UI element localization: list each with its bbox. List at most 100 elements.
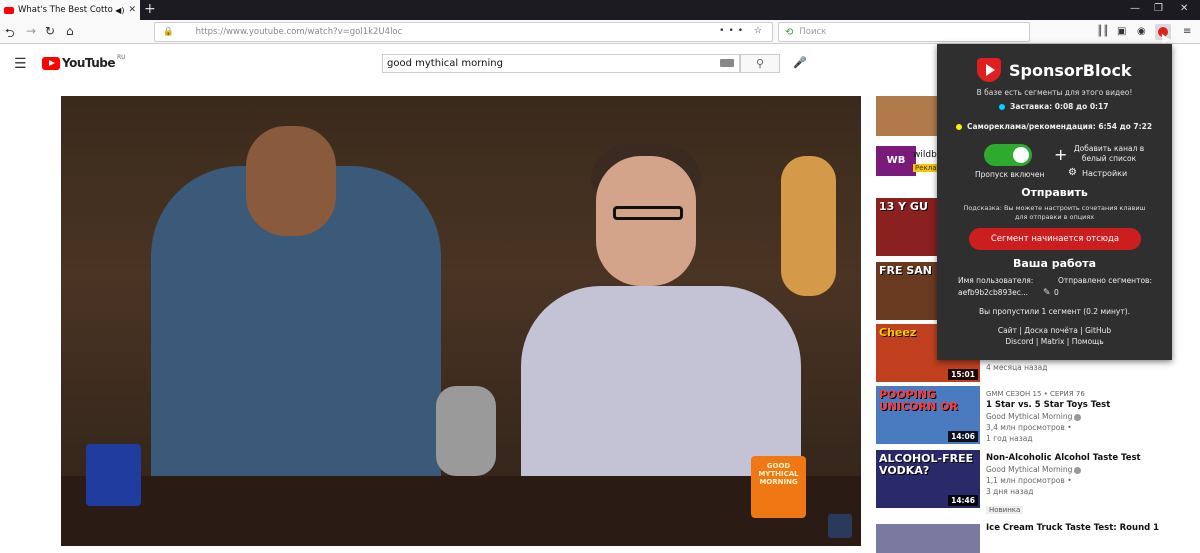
video-duration: 14:06 xyxy=(948,431,978,442)
video-duration: 15:01 xyxy=(948,369,978,380)
video-title[interactable]: Ice Cream Truck Taste Test: Round 1 xyxy=(986,523,1186,534)
youtube-wordmark: YouTube xyxy=(62,56,116,70)
sponsorblock-popup: SponsorBlock В базе есть сегменты для эт… xyxy=(937,44,1172,360)
navigation-bar: ⮌ → ↻ ⌂ 🔒 https://www.youtube.com/watch?… xyxy=(0,20,1200,44)
browser-tab[interactable]: What's The Best Cotton Can ◀) ✕ xyxy=(0,0,140,20)
thumbnail-text: ALCOHOL-FREE VODKA? xyxy=(879,452,974,477)
submitted-count: 0 xyxy=(1054,288,1059,297)
video-info[interactable]: GMM СЕЗОН 15 • СЕРИЯ 76 1 Star vs. 5 Sta… xyxy=(986,389,1186,444)
ad-title[interactable]: wildb xyxy=(913,150,937,160)
skipped-summary: Вы пропустили 1 сегмент (0.2 минут). xyxy=(978,307,1131,316)
orange-mug-image: GOOD MYTHICAL MORNING xyxy=(751,456,806,518)
your-work-heading: Ваша работа xyxy=(1012,257,1097,270)
pencil-icon[interactable]: ✎ xyxy=(1043,288,1051,298)
skip-enabled-label: Пропуск включен xyxy=(975,170,1045,179)
person-left-head-image xyxy=(246,126,336,236)
home-icon[interactable]: ⌂ xyxy=(66,24,74,38)
whitelist-button[interactable]: Добавить канал в белый список xyxy=(1069,144,1149,164)
video-player[interactable]: GOOD MYTHICAL MORNING xyxy=(61,96,861,546)
maximize-icon[interactable]: ❐ xyxy=(1154,3,1163,14)
forward-icon[interactable]: → xyxy=(26,24,36,38)
url-bar[interactable]: 🔒 https://www.youtube.com/watch?v=gol1k2… xyxy=(154,22,773,42)
keyboard-icon[interactable] xyxy=(720,59,734,67)
selfpromo-color-icon xyxy=(956,123,962,130)
person-right-head-image xyxy=(596,156,696,286)
blue-mug-image xyxy=(86,444,141,506)
video-thumbnail[interactable]: POOPING UNICORN OR 14:06 xyxy=(876,386,980,444)
mug-text: GOOD MYTHICAL MORNING xyxy=(758,462,799,486)
library-icon[interactable]: ║║ xyxy=(1097,26,1109,37)
hamburger-menu-icon[interactable]: ☰ xyxy=(14,56,27,72)
username-label: Имя пользователя: xyxy=(958,276,1034,285)
hint-text: Подсказка: Вы можете настроить сочетания… xyxy=(963,204,1146,221)
video-title[interactable]: Non-Alcoholic Alcohol Taste Test xyxy=(986,453,1186,464)
back-icon[interactable]: ⮌ xyxy=(5,24,15,45)
intro-color-icon xyxy=(999,103,1005,110)
browser-search-input[interactable]: ⟲ Поиск xyxy=(778,22,1030,42)
video-duration: 14:46 xyxy=(948,495,978,506)
segment-intro[interactable]: Заставка: 0:08 до 0:17 xyxy=(999,102,1109,111)
channel-name[interactable]: Good Mythical Morning xyxy=(986,411,1186,422)
menu-icon[interactable]: ≡ xyxy=(1183,26,1191,37)
video-season: GMM СЕЗОН 15 • СЕРИЯ 76 xyxy=(986,390,1085,398)
segment-selfpromo-text: Самореклама/рекомендация: 6:54 до 7:22 xyxy=(967,122,1153,131)
settings-button[interactable]: Настройки xyxy=(1082,169,1127,178)
speaker-icon[interactable]: ◀) xyxy=(115,6,124,15)
microphone-image xyxy=(436,386,496,476)
video-info[interactable]: 4 месяца назад xyxy=(986,362,1186,373)
video-title[interactable]: 1 Star vs. 5 Star Toys Test xyxy=(986,400,1186,411)
thumbnail-text: POOPING UNICORN OR xyxy=(879,388,958,413)
thumbnail-text: Cheez xyxy=(879,326,917,339)
reload-icon[interactable]: ↻ xyxy=(45,24,55,38)
new-badge: Новинка xyxy=(986,506,1024,514)
lock-icon: 🔒 xyxy=(163,27,174,37)
skip-toggle[interactable] xyxy=(984,144,1032,166)
search-icon: ⚲ xyxy=(755,57,765,70)
links-row-1[interactable]: Сайт | Доска почёта | GitHub xyxy=(937,326,1172,335)
thumbnail-text: 13 Y GU xyxy=(879,200,928,213)
glasses-image xyxy=(613,206,683,220)
search-button[interactable]: ⚲ xyxy=(740,54,780,73)
video-info[interactable]: Ice Cream Truck Taste Test: Round 1 xyxy=(986,523,1186,534)
youtube-favicon-icon xyxy=(4,6,14,14)
search-engine-icon: ⟲ xyxy=(785,26,794,38)
minimize-icon[interactable]: — xyxy=(1130,3,1140,14)
tab-title: What's The Best Cotton Can xyxy=(18,5,113,15)
video-thumbnail[interactable] xyxy=(876,524,980,553)
sponsorblock-name: SponsorBlock xyxy=(1009,60,1132,80)
channel-name[interactable]: Good Mythical Morning xyxy=(986,464,1186,475)
desk-image xyxy=(61,476,861,546)
video-info[interactable]: Non-Alcoholic Alcohol Taste Test Good My… xyxy=(986,453,1186,516)
plus-icon[interactable]: + xyxy=(1054,145,1067,164)
segment-selfpromo[interactable]: Самореклама/рекомендация: 6:54 до 7:22 xyxy=(956,122,1152,131)
account-icon[interactable]: ◉ xyxy=(1137,26,1146,37)
guitar-image xyxy=(781,156,836,296)
segment-start-button[interactable]: Сегмент начинается отсюда xyxy=(969,228,1141,250)
video-age: 3 дня назад xyxy=(986,487,1034,496)
new-tab-button[interactable]: + xyxy=(144,1,156,17)
links-row-2[interactable]: Discord | Matrix | Помощь xyxy=(937,337,1172,346)
username-value: aefb9b2cb893ec... xyxy=(958,288,1029,297)
segments-status: В базе есть сегменты для этого видео! xyxy=(976,88,1133,97)
page-actions-icon[interactable]: ••• ☆ xyxy=(719,26,766,36)
sidebar-icon[interactable]: ▣ xyxy=(1117,26,1126,37)
verified-icon xyxy=(1074,413,1082,421)
thumbnail-text: FRE SAN xyxy=(879,264,932,277)
channel-watermark[interactable] xyxy=(828,514,852,538)
submit-heading: Отправить xyxy=(1021,186,1088,199)
mic-icon[interactable]: 🎤 xyxy=(793,56,807,69)
video-thumbnail[interactable]: ALCOHOL-FREE VODKA? 14:46 xyxy=(876,450,980,508)
ad-logo[interactable]: WB xyxy=(876,146,916,176)
youtube-logo[interactable]: YouTube RU xyxy=(42,54,126,70)
video-views: 1,1 млн просмотров • xyxy=(986,476,1072,485)
close-window-icon[interactable]: ✕ xyxy=(1180,3,1188,14)
video-age: 4 месяца назад xyxy=(986,363,1048,372)
search-placeholder: Поиск xyxy=(799,27,827,37)
verified-icon xyxy=(1074,466,1082,474)
url-text: https://www.youtube.com/watch?v=gol1k2U4… xyxy=(195,27,403,37)
gear-icon[interactable]: ⚙ xyxy=(1068,167,1077,178)
youtube-search-input[interactable]: good mythical morning xyxy=(382,54,740,73)
close-tab-icon[interactable]: ✕ xyxy=(128,5,136,15)
sponsorblock-logo: SponsorBlock xyxy=(977,58,1132,82)
video-age: 1 год назад xyxy=(986,434,1033,443)
